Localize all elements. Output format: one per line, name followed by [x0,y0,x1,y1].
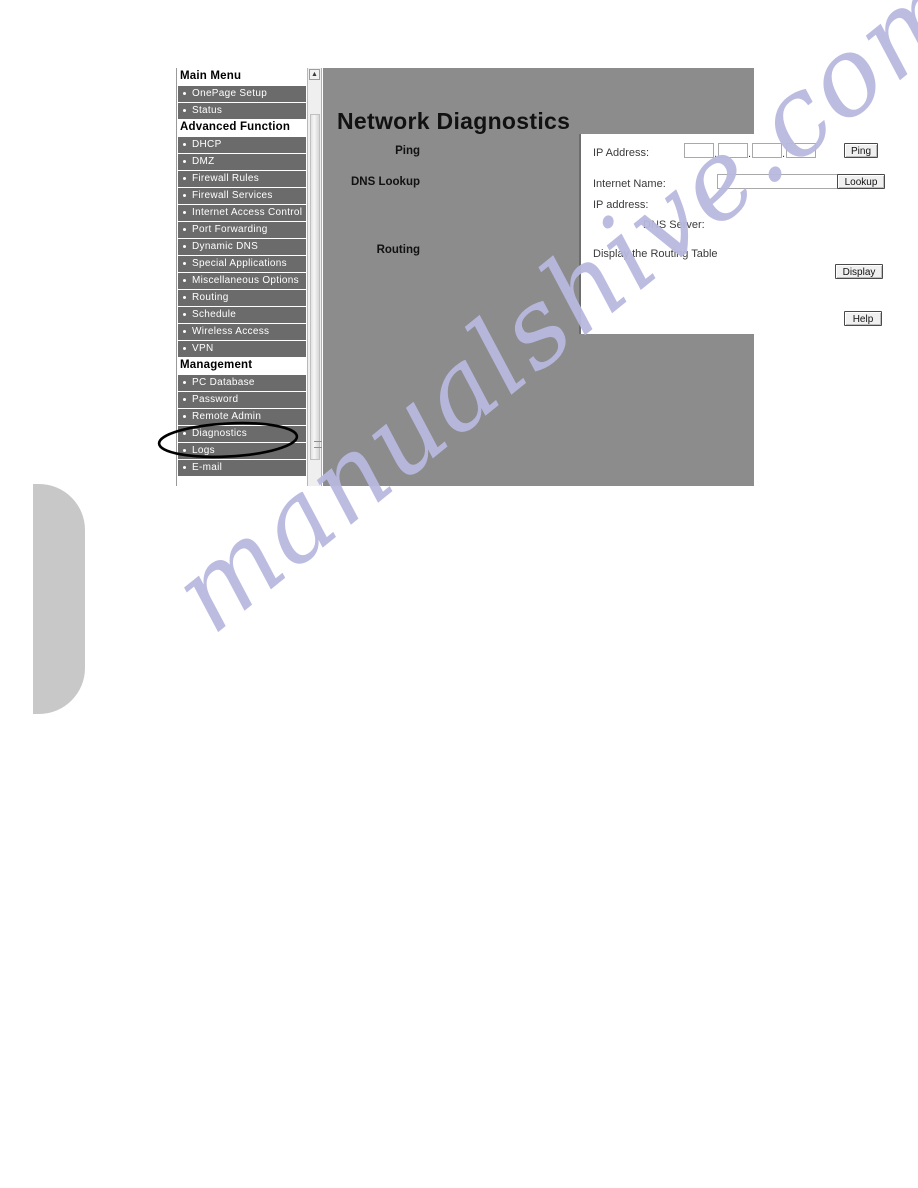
sidebar-item-label: DMZ [192,156,215,167]
bullet-icon [183,296,186,299]
sidebar-item-remote-admin[interactable]: Remote Admin [178,409,306,425]
sidebar-item-label: Firewall Rules [192,173,259,184]
ip-octet-3-input[interactable] [752,143,782,158]
sidebar-item-label: Routing [192,292,229,303]
ip-octet-4-input[interactable] [786,143,816,158]
bullet-icon [183,194,186,197]
sidebar-header-management: Management [177,357,307,374]
sidebar-item-label: PC Database [192,377,255,388]
main-content-panel: Network Diagnostics Ping DNS Lookup Rout… [323,68,903,486]
scrollbar-grip-icon [314,441,322,448]
row-label-routing: Routing [376,244,420,256]
scrollbar-thumb[interactable] [310,114,322,460]
bullet-icon [183,245,186,248]
sidebar-item-label: Diagnostics [192,428,247,439]
sidebar-item-diagnostics[interactable]: Diagnostics [178,426,306,442]
scroll-up-arrow-icon[interactable]: ▲ [309,69,320,80]
page-side-tab [33,484,85,714]
sidebar-item-email[interactable]: E-mail [178,460,306,476]
sidebar-item-wireless-access-control[interactable]: Wireless Access Control [178,324,306,353]
sidebar-item-status[interactable]: Status [178,103,306,119]
lookup-button[interactable]: Lookup [837,174,885,189]
bullet-icon [183,109,186,112]
sidebar-item-label: E-mail [192,462,223,473]
sidebar-item-special-applications[interactable]: Special Applications [178,256,306,272]
sidebar-item-label: DHCP [192,139,222,150]
bullet-icon [183,92,186,95]
help-button[interactable]: Help [844,311,882,326]
routing-table-label: Display the Routing Table [593,248,718,260]
row-label-dns-lookup: DNS Lookup [351,176,420,188]
sidebar-item-internet-access-control[interactable]: Internet Access Control [178,205,306,221]
sidebar-item-label: Logs [192,445,215,456]
sidebar-item-label: Password [192,394,239,405]
sidebar-item-dmz[interactable]: DMZ [178,154,306,170]
bullet-icon [183,211,186,214]
sidebar-item-label: Schedule [192,309,237,320]
sidebar-header-main-menu: Main Menu [177,68,307,85]
sidebar-navigation: Main Menu OnePage Setup Status Advanced … [176,68,307,486]
bullet-icon [183,449,186,452]
sidebar-item-onepage-setup[interactable]: OnePage Setup [178,86,306,102]
sidebar-item-label: Miscellaneous Options [192,275,299,286]
bullet-icon [183,415,186,418]
bullet-icon [183,228,186,231]
sidebar-item-routing[interactable]: Routing [178,290,306,306]
bullet-icon [183,262,186,265]
bullet-icon [183,177,186,180]
bullet-icon [183,330,186,333]
sidebar-item-vpn[interactable]: VPN [178,341,306,357]
bullet-icon [183,398,186,401]
bullet-icon [183,143,186,146]
dns-server-label: DNS Server: [643,219,705,231]
sidebar-item-label: OnePage Setup [192,88,268,99]
ip-address-result-label: IP address: [593,199,649,211]
sidebar-item-dynamic-dns[interactable]: Dynamic DNS [178,239,306,255]
sidebar-item-label: Remote Admin [192,411,262,422]
row-label-ping: Ping [395,145,420,157]
diagnostics-form-card: IP Address: . . . Ping Internet Name: Lo… [579,134,903,334]
sidebar-item-label: Port Forwarding [192,224,268,235]
ip-octet-1-input[interactable] [684,143,714,158]
bullet-icon [183,313,186,316]
sidebar-item-logs[interactable]: Logs [178,443,306,459]
bullet-icon [183,432,186,435]
internet-name-label: Internet Name: [593,178,666,190]
sidebar-item-label: Internet Access Control [192,207,303,218]
router-admin-screenshot: Main Menu OnePage Setup Status Advanced … [176,68,903,486]
sidebar-item-miscellaneous-options[interactable]: Miscellaneous Options [178,273,306,289]
sidebar-header-advanced-function: Advanced Function [177,119,307,136]
bullet-icon [183,279,186,282]
internet-name-input[interactable] [717,174,839,189]
sidebar-item-port-forwarding[interactable]: Port Forwarding [178,222,306,238]
sidebar-scrollbar[interactable]: ▲ [307,68,322,486]
sidebar-item-dhcp[interactable]: DHCP [178,137,306,153]
bullet-icon [183,381,186,384]
bullet-icon [183,160,186,163]
sidebar-item-firewall-rules[interactable]: Firewall Rules [178,171,306,187]
page-title: Network Diagnostics [337,108,571,135]
sidebar-item-firewall-services[interactable]: Firewall Services [178,188,306,204]
ip-address-label: IP Address: [593,147,650,159]
sidebar-item-password[interactable]: Password [178,392,306,408]
sidebar-item-label: VPN [192,343,214,354]
sidebar-item-pc-database[interactable]: PC Database [178,375,306,391]
ip-octet-2-input[interactable] [718,143,748,158]
ping-button[interactable]: Ping [844,143,878,158]
bullet-icon [183,347,186,350]
sidebar-item-label: Special Applications [192,258,287,269]
sidebar-item-label: Firewall Services [192,190,273,201]
bullet-icon [183,466,186,469]
sidebar-item-schedule[interactable]: Schedule [178,307,306,323]
sidebar-item-label: Dynamic DNS [192,241,259,252]
display-button[interactable]: Display [835,264,883,279]
sidebar-item-label: Status [192,105,223,116]
